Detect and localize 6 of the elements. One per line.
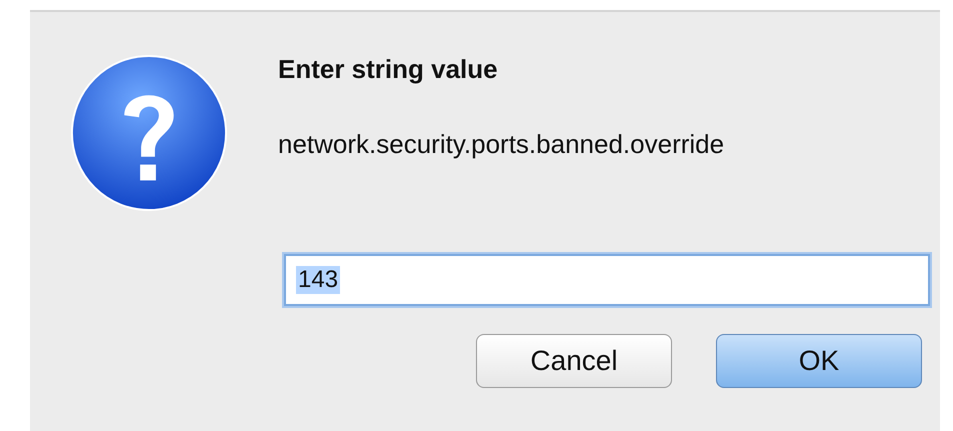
question-icon <box>70 54 228 212</box>
input-field[interactable]: 143 <box>284 254 930 306</box>
preference-name: network.security.ports.banned.override <box>278 129 726 160</box>
dialog-title: Enter string value <box>278 54 499 85</box>
cancel-button[interactable]: Cancel <box>476 334 672 388</box>
ok-button[interactable]: OK <box>716 334 922 388</box>
